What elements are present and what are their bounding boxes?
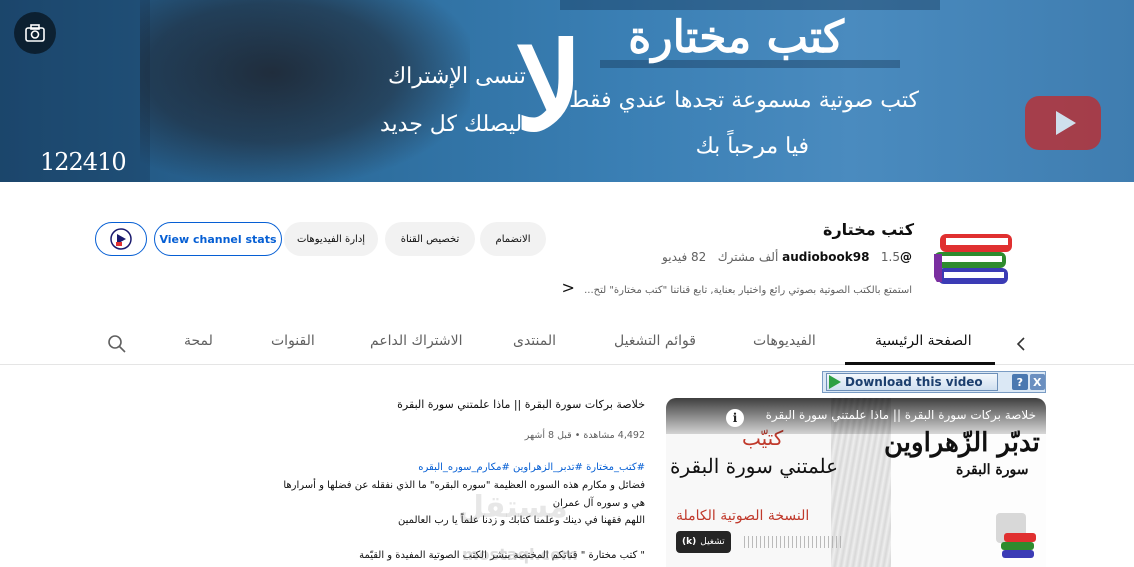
banner-title: كتب مختارة [628, 12, 844, 63]
play-label: تشغيل [700, 537, 725, 547]
play-shortcut: (k) [682, 537, 697, 547]
channel-avatar[interactable] [930, 212, 1022, 304]
camera-icon [25, 24, 45, 42]
tab-channels[interactable]: القنوات [271, 333, 315, 349]
tab-videos[interactable]: الفيديوهات [753, 333, 816, 349]
extension-button[interactable] [95, 222, 147, 256]
close-icon[interactable]: X [1029, 374, 1045, 390]
banner-figure [140, 0, 470, 182]
banner-subtitle: ليصلك كل جديد [380, 112, 523, 137]
play-icon [829, 375, 841, 389]
tab-playlists[interactable]: قوائم التشغيل [614, 333, 696, 349]
thumbnail-text: علمتني سورة البقرة [670, 454, 839, 478]
watermark-logo: مستقل [458, 490, 568, 525]
thumbnail-text: النسخة الصوتية الكاملة [676, 508, 810, 524]
player-video-title[interactable]: خلاصة بركات سورة البقرة || ماذا علمتني س… [766, 408, 1036, 422]
channel-meta: @audiobook98 1.5 ألف مشترك 82 فيديو [662, 250, 912, 264]
manage-videos-button[interactable]: إدارة الفيديوهات [284, 222, 378, 256]
channel-description[interactable]: استمتع بالكتب الصوتية بصوتي رائع واختيار… [562, 278, 913, 297]
active-tab-indicator [845, 362, 995, 365]
info-icon[interactable]: i [726, 409, 744, 427]
banner-subtitle: فيا مرحباً بك [695, 134, 809, 159]
join-button[interactable]: الانضمام [480, 222, 546, 256]
tab-home[interactable]: الصفحة الرئيسية [875, 333, 972, 349]
help-icon[interactable]: ? [1012, 374, 1028, 390]
banner-subtitle: كتب صوتية مسموعة تجدها عندي فقط [569, 88, 919, 113]
download-bar: Download this video ? X [822, 371, 1046, 393]
view-channel-stats-button[interactable]: View channel stats [154, 222, 282, 256]
books-icon [934, 234, 1012, 284]
channel-tabs: الصفحة الرئيسية الفيديوهات قوائم التشغيل… [0, 325, 1134, 365]
video-meta: 4,492 مشاهدة • قبل 8 أشهر [524, 430, 645, 441]
banner-subtitle: تنسى الإشتراك [388, 64, 526, 89]
channel-watermark-icon[interactable] [1000, 528, 1038, 562]
tab-community[interactable]: المنتدى [513, 333, 556, 349]
channel-name: كتب مختارة [823, 220, 914, 239]
download-label: Download this video [845, 375, 983, 389]
banner-number: 122410 [40, 148, 127, 176]
watermark-url: mostaql.com [462, 545, 578, 564]
youtube-logo-icon [1025, 96, 1101, 150]
camera-button[interactable] [14, 12, 56, 54]
channel-description-text: استمتع بالكتب الصوتية بصوتي رائع واختيار… [584, 285, 912, 296]
extension-icon [110, 228, 132, 250]
chevron-more-icon[interactable]: < [562, 278, 575, 297]
search-icon[interactable] [107, 334, 127, 354]
video-title[interactable]: خلاصة بركات سورة البقرة || ماذا علمتني س… [397, 398, 645, 411]
tab-memberships[interactable]: الاشتراك الداعم [370, 333, 463, 349]
download-video-button[interactable]: Download this video [826, 373, 999, 391]
audio-waveform [744, 536, 844, 548]
banner-shelf [560, 0, 940, 10]
thumbnail-text: سورة البقرة [956, 462, 1029, 478]
channel-banner: كتب مختارة كتب صوتية مسموعة تجدها عندي ف… [0, 0, 1134, 182]
video-count: 82 فيديو [662, 250, 707, 264]
play-button[interactable]: تشغيل (k) [676, 531, 731, 553]
tab-about[interactable]: لمحة [184, 333, 213, 349]
customize-channel-button[interactable]: تخصيص القناة [385, 222, 475, 256]
chevron-right-icon[interactable] [1014, 335, 1028, 353]
video-player[interactable]: كتيّب علمتني سورة البقرة النسخة الصوتية … [666, 398, 1046, 567]
video-hashtags[interactable]: #كتب_مختارة #تدبر_الزهراوين #مكارم_سوره_… [418, 462, 645, 473]
